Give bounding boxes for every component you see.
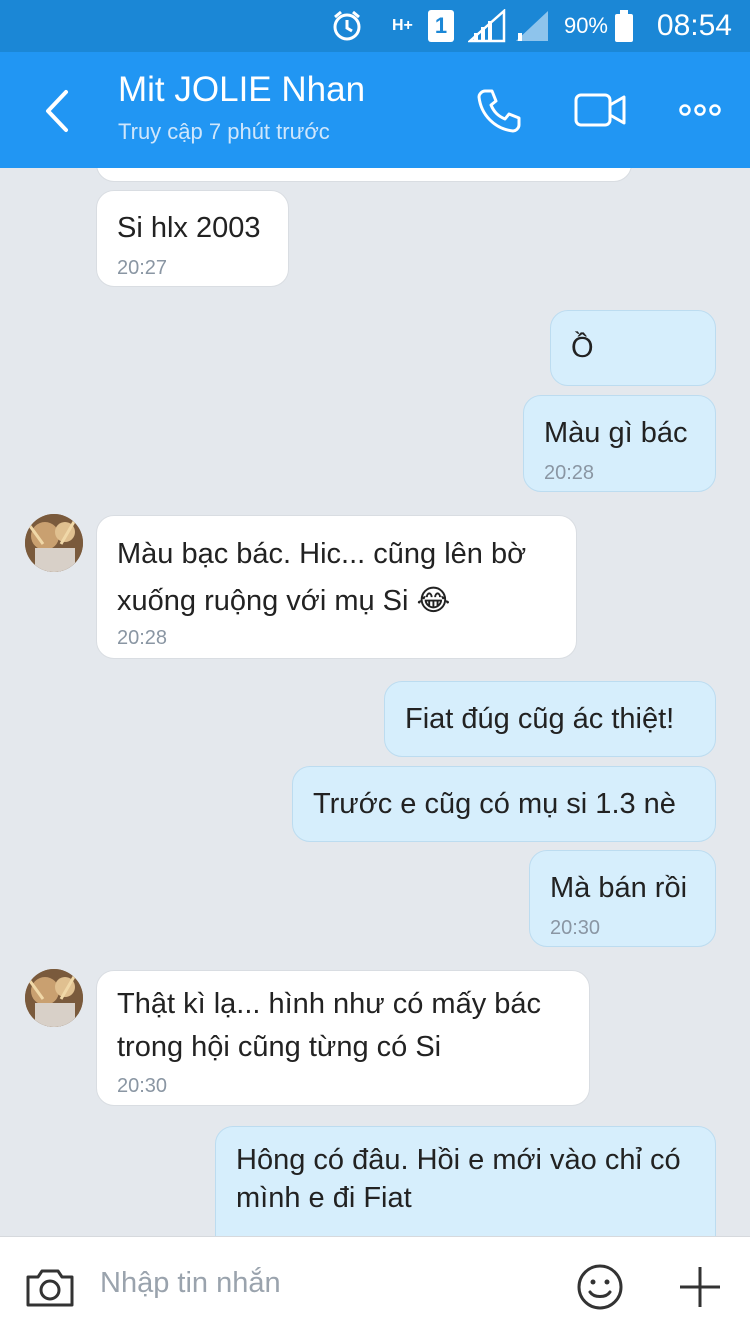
laughing-emoji: 😂	[416, 585, 451, 617]
message-bubble-partial[interactable]	[96, 168, 632, 182]
message-bubble-incoming[interactable]: Thật kì lạ... hình như có mấy bác trong …	[96, 970, 590, 1106]
message-text: Mà bán rồi	[550, 872, 688, 904]
message-bubble-outgoing[interactable]: Màu gì bác 20:28	[523, 395, 716, 492]
more-options-icon[interactable]	[672, 82, 728, 138]
contact-avatar[interactable]	[25, 969, 83, 1027]
battery-icon	[614, 0, 634, 52]
message-text: Màu bạc bác. Hic... cũng lên bờ xuống ru…	[117, 531, 558, 625]
alarm-icon	[330, 0, 364, 52]
message-bubble-outgoing[interactable]: Mà bán rồi 20:30	[529, 850, 716, 947]
message-line-2: xuống ruộng với mụ Si	[117, 585, 409, 617]
message-time: 20:30	[117, 1075, 168, 1097]
message-line-2: mình e đi Fiat	[236, 1182, 412, 1214]
message-text: Thật kì lạ... hình như có mấy bác trong …	[117, 983, 571, 1069]
contact-name[interactable]: Mit JOLIE Nhan	[118, 70, 365, 110]
message-time: 20:30	[550, 917, 601, 939]
message-bubble-incoming[interactable]: Si hlx 2003 20:27	[96, 190, 289, 287]
message-bubble-outgoing[interactable]: Hông có đâu. Hồi e mới vào chỉ có mình e…	[215, 1126, 716, 1236]
message-line-1: Hông có đâu. Hồi e mới vào chỉ có	[236, 1144, 681, 1176]
status-bar: H+ 1 90% 08:54	[0, 0, 750, 52]
clock: 08:54	[656, 9, 732, 42]
camera-icon[interactable]	[22, 1259, 78, 1315]
message-text: Màu gì bác	[544, 417, 688, 449]
battery-percent: 90%	[563, 13, 608, 38]
message-input-bar: Nhập tin nhắn	[0, 1236, 750, 1334]
phone-icon[interactable]	[470, 82, 526, 138]
chat-header: Mit JOLIE Nhan Truy cập 7 phút trước	[0, 52, 750, 168]
message-bubble-outgoing[interactable]: Trước e cũg có mụ si 1.3 nè	[292, 766, 716, 842]
video-call-icon[interactable]	[572, 82, 628, 138]
message-bubble-outgoing[interactable]: Fiat đúg cũg ác thiệt!	[384, 681, 716, 757]
message-time: 20:27	[117, 257, 168, 279]
message-text: Ồ	[571, 332, 594, 364]
message-input[interactable]: Nhập tin nhắn	[100, 1267, 281, 1300]
message-bubble-outgoing[interactable]: Ồ	[550, 310, 716, 386]
message-list[interactable]: Si hlx 2003 20:27 Ồ Màu gì bác 20:28 Màu…	[0, 168, 750, 1236]
emoji-icon[interactable]	[572, 1259, 628, 1315]
message-line-1: Màu bạc bác. Hic... cũng lên bờ	[117, 538, 527, 570]
plus-icon[interactable]	[672, 1259, 728, 1315]
message-text: Si hlx 2003	[117, 212, 261, 244]
message-bubble-incoming[interactable]: Màu bạc bác. Hic... cũng lên bờ xuống ru…	[96, 515, 577, 659]
message-text: Fiat đúg cũg ác thiệt!	[405, 703, 675, 735]
contact-avatar[interactable]	[25, 514, 83, 572]
message-text: Trước e cũg có mụ si 1.3 nè	[313, 788, 676, 820]
sim-icon: 1	[428, 0, 454, 52]
message-text: Hông có đâu. Hồi e mới vào chỉ có mình e…	[236, 1141, 697, 1217]
network-type: H+	[392, 17, 413, 34]
message-line-1: Thật kì lạ... hình như có mấy bác	[117, 988, 542, 1020]
last-seen-status: Truy cập 7 phút trước	[118, 119, 330, 144]
message-time: 20:28	[544, 462, 595, 484]
message-time: 20:28	[117, 627, 168, 649]
signal-icon-2	[514, 0, 550, 52]
back-icon[interactable]	[38, 86, 78, 136]
sim-number: 1	[428, 10, 454, 42]
signal-icon	[468, 0, 508, 52]
message-line-2: trong hội cũng từng có Si	[117, 1031, 442, 1063]
